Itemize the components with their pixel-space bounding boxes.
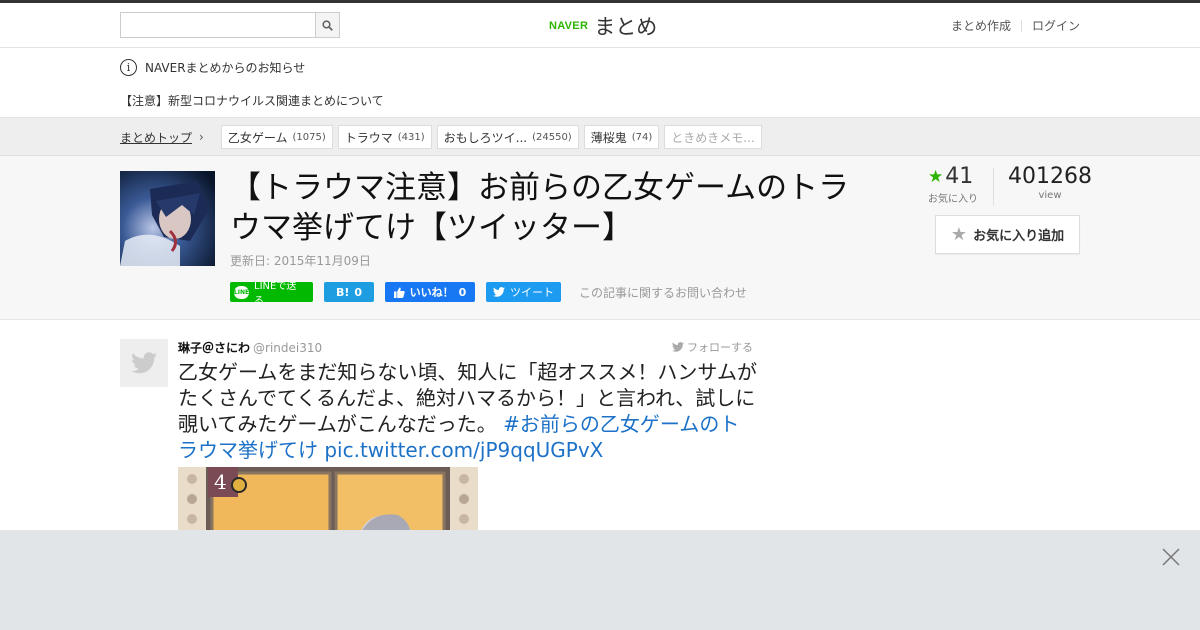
tag-label: おもしろツイ...: [443, 130, 528, 145]
search-icon: [322, 19, 333, 31]
tag-tokimeki-memorial[interactable]: ときめきメモ...: [664, 125, 762, 149]
breadcrumb: まとめトップ › 乙女ゲーム (1075) トラウマ (431) おもしろツイ.…: [120, 125, 762, 149]
stats-divider: [993, 168, 994, 206]
site-logo[interactable]: NAVER まとめ: [549, 11, 657, 41]
twitter-bird-icon: [131, 352, 157, 374]
article-header: 【トラウマ注意】お前らの乙女ゲームのトラウマ挙げてけ【ツイッター】 更新日: 2…: [0, 156, 1200, 320]
tag-omoshiro-tweet[interactable]: おもしろツイ... (24550): [436, 125, 579, 149]
create-matome-link[interactable]: まとめ作成: [951, 17, 1011, 34]
hatena-bookmark-button[interactable]: B! 0: [324, 282, 374, 302]
facebook-like-count: 0: [458, 285, 467, 299]
tag-otome-game[interactable]: 乙女ゲーム (1075): [220, 125, 333, 149]
chevron-right-icon: ›: [199, 130, 204, 144]
info-icon: i: [120, 59, 137, 76]
share-bar: LINE LINEで送る B! 0 いいね！ 0 ツイート この記事に関するお問…: [230, 281, 747, 307]
tweet-text: 乙女ゲームをまだ知らない頃、知人に「超オススメ！ハンサムがたくさんでてくるんだよ…: [178, 359, 758, 463]
tag-count: (74): [631, 131, 653, 143]
tweet-button[interactable]: ツイート: [486, 282, 561, 302]
star-icon: ★: [928, 166, 944, 187]
tweet-user: 琳子＠さにわ @rindei310: [178, 339, 758, 355]
tweet-user-name[interactable]: 琳子＠さにわ: [178, 339, 250, 356]
tag-count: (431): [397, 131, 425, 143]
article-stats: ★ 41 お気に入り 401268 view: [928, 164, 1092, 206]
favorites-stat: ★ 41 お気に入り: [928, 164, 993, 206]
matome-top-link[interactable]: まとめトップ: [120, 129, 192, 146]
tweet-user-handle[interactable]: @rindei310: [253, 341, 322, 355]
matome-logo-text: まとめ: [594, 15, 658, 39]
follow-label: フォローする: [687, 341, 753, 354]
tag-label: ときめきメモ...: [671, 130, 755, 145]
article-title: 【トラウマ注意】お前らの乙女ゲームのトラウマ挙げてけ【ツイッター】: [230, 170, 850, 246]
notice-link[interactable]: 【注意】新型コロナウイルス関連まとめについて: [120, 92, 384, 109]
thumbs-up-icon: [393, 287, 405, 298]
search-box: [120, 12, 340, 38]
tag-hakuouki[interactable]: 薄桜鬼 (74): [583, 125, 660, 149]
tag-label: 乙女ゲーム: [227, 130, 288, 145]
views-stat: 401268 view: [1008, 164, 1092, 206]
tweet-pic-link[interactable]: pic.twitter.com/jP9qqUGPvX: [324, 438, 603, 462]
tag-trauma[interactable]: トラウマ (431): [337, 125, 432, 149]
tag-count: (1075): [292, 131, 326, 143]
twitter-bird-icon: [493, 287, 505, 297]
hatena-icon: B!: [335, 285, 350, 299]
star-icon: ★: [950, 224, 968, 245]
tag-count: (24550): [532, 131, 572, 143]
notice-section: i NAVERまとめからのお知らせ 【注意】新型コロナウイルス関連まとめについて: [0, 48, 1200, 118]
facebook-like-label: いいね！: [409, 286, 454, 299]
hatena-count: 0: [354, 285, 363, 299]
inquiry-link[interactable]: この記事に関するお問い合わせ: [579, 284, 747, 301]
favorites-count: 41: [945, 164, 974, 189]
tag-label: 薄桜鬼: [590, 130, 627, 145]
line-share-button[interactable]: LINE LINEで送る: [230, 281, 313, 307]
tweet-body: 琳子＠さにわ @rindei310 フォローする 乙女ゲームをまだ知らない頃、知…: [178, 339, 758, 557]
article-thumbnail: [120, 171, 215, 266]
site-header: NAVER まとめ まとめ作成 ログイン: [0, 3, 1200, 48]
tweet-image-badge: 4: [214, 470, 227, 494]
close-icon[interactable]: [1162, 548, 1180, 566]
add-favorite-button[interactable]: ★ お気に入り追加: [935, 215, 1080, 254]
header-divider: [1020, 19, 1022, 32]
tweet-label: ツイート: [510, 286, 554, 299]
breadcrumb-bar: まとめトップ › 乙女ゲーム (1075) トラウマ (431) おもしろツイ.…: [0, 118, 1200, 156]
avatar[interactable]: [120, 339, 168, 387]
notice-heading: i NAVERまとめからのお知らせ: [120, 59, 305, 76]
facebook-like-button[interactable]: いいね！ 0: [385, 282, 475, 302]
follow-button[interactable]: フォローする: [672, 339, 753, 355]
header-links: まとめ作成 ログイン: [951, 17, 1080, 34]
bottom-ad-overlay: [0, 530, 1200, 630]
views-count: 401268: [1008, 164, 1092, 189]
favorites-label: お気に入り: [928, 194, 978, 205]
add-favorite-label: お気に入り追加: [973, 229, 1065, 244]
views-label: view: [1038, 190, 1062, 201]
updated-date: 更新日: 2015年11月09日: [230, 254, 371, 268]
naver-logo-text: NAVER: [549, 20, 589, 32]
notice-heading-text: NAVERまとめからのお知らせ: [145, 61, 306, 75]
line-icon: LINE: [234, 285, 249, 299]
tag-label: トラウマ: [344, 130, 393, 145]
twitter-bird-icon: [672, 342, 684, 352]
search-input[interactable]: [120, 12, 315, 38]
search-button[interactable]: [315, 12, 340, 38]
line-share-label: LINEで送る: [254, 281, 297, 307]
login-link[interactable]: ログイン: [1032, 17, 1080, 34]
